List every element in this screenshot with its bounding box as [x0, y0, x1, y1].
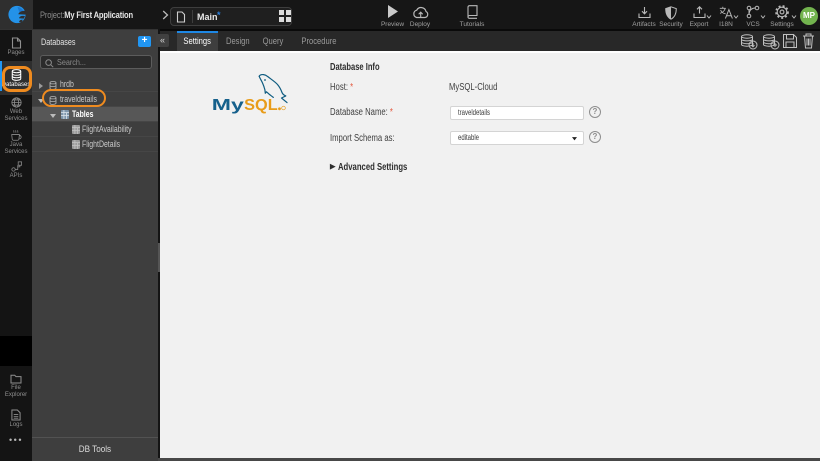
svg-text:SQL: SQL [244, 97, 278, 114]
svg-text:My: My [212, 97, 244, 114]
